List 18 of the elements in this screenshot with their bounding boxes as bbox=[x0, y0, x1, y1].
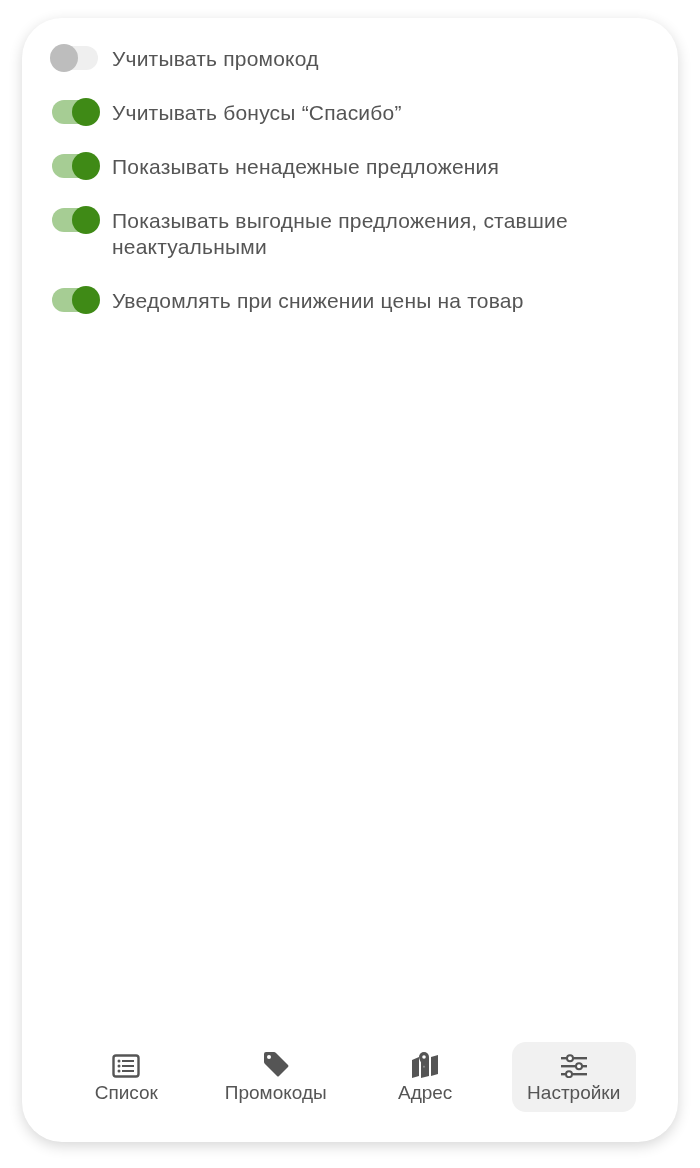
setting-label: Уведомлять при снижении цены на товар bbox=[112, 288, 524, 314]
list-icon bbox=[112, 1054, 141, 1078]
toggle-switch[interactable] bbox=[52, 46, 98, 70]
toggle-switch[interactable] bbox=[52, 208, 98, 232]
tab[interactable]: Настройки bbox=[511, 1042, 636, 1112]
setting-label: Показывать выгодные предложения, ставшие неактуальными bbox=[112, 208, 569, 260]
toggle-switch[interactable] bbox=[52, 288, 98, 312]
tab[interactable]: Адрес bbox=[363, 1042, 488, 1112]
setting-label: Учитывать промокод bbox=[112, 46, 319, 72]
toggle-switch[interactable] bbox=[52, 154, 98, 178]
tag-icon bbox=[261, 1050, 290, 1078]
setting-label: Показывать ненадежные предложения bbox=[112, 154, 500, 180]
map-pin-icon bbox=[411, 1052, 440, 1078]
sliders-icon bbox=[559, 1054, 588, 1078]
toggle-switch[interactable] bbox=[52, 100, 98, 124]
tab[interactable]: Список bbox=[64, 1042, 189, 1112]
tab[interactable]: Промокоды bbox=[212, 1042, 339, 1112]
setting-label: Учитывать бонусы “Спасибо” bbox=[112, 100, 402, 126]
